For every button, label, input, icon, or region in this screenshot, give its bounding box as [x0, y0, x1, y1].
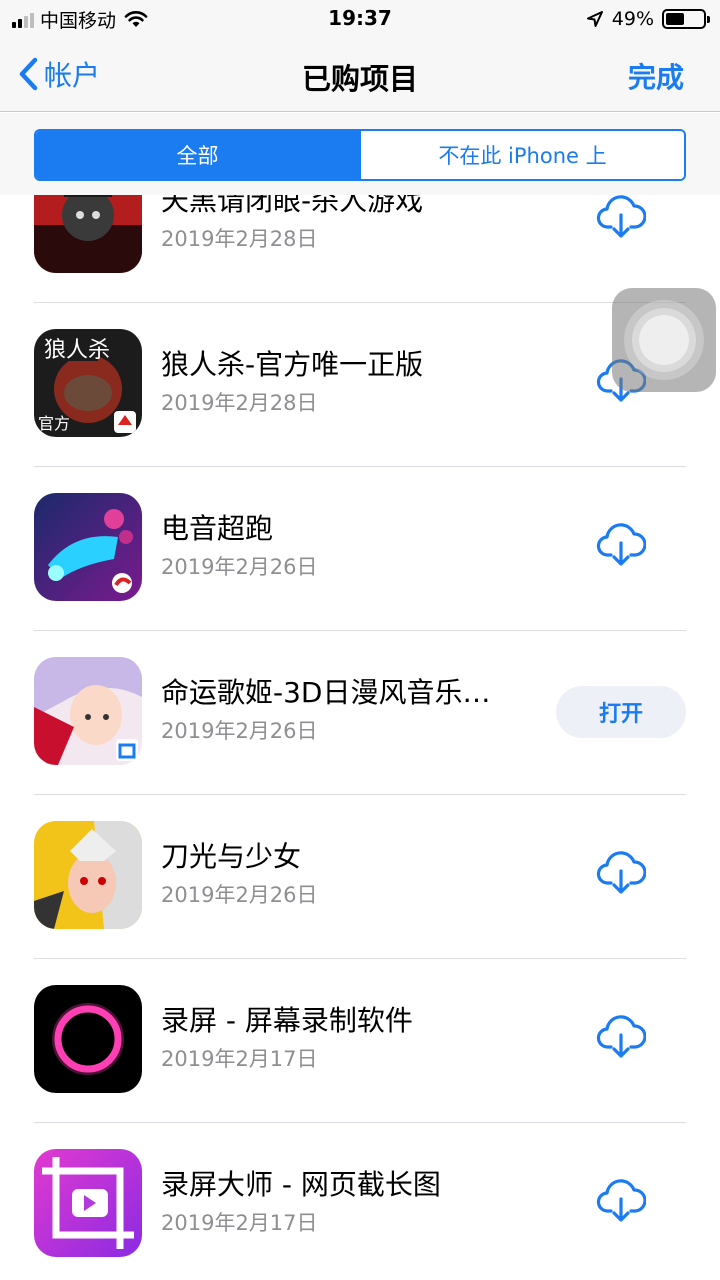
status-right: 49% — [586, 6, 710, 32]
cloud-download-icon[interactable] — [596, 522, 646, 568]
battery-percentage: 49% — [611, 8, 654, 30]
cloud-download-icon[interactable] — [596, 1178, 646, 1224]
svg-text:狼人杀: 狼人杀 — [44, 338, 110, 363]
segment-all[interactable]: 全部 — [36, 131, 359, 179]
app-icon-music-racer — [34, 493, 142, 601]
app-icon-blade-girl — [34, 821, 142, 929]
list-item[interactable]: 刀光与少女 2019年2月26日 — [0, 795, 720, 959]
status-bar: 中国移动 19:37 49% — [0, 0, 720, 40]
battery-fill — [666, 13, 684, 25]
purchase-date: 2019年2月28日 — [161, 391, 318, 415]
page-title: 已购项目 — [301, 62, 418, 96]
app-name: 狼人杀-官方唯一正版 — [161, 348, 424, 381]
app-icon-werewolf-official: 狼人杀 官方 — [34, 329, 142, 437]
app-name: 录屏大师 - 网页截长图 — [161, 1168, 441, 1201]
purchase-date: 2019年2月17日 — [161, 1047, 318, 1071]
app-icon-screen-recorder-master — [34, 1149, 142, 1257]
list-item[interactable]: 录屏 - 屏幕录制软件 2019年2月17日 — [0, 959, 720, 1123]
purchase-date: 2019年2月17日 — [161, 1211, 318, 1235]
app-name: 电音超跑 — [161, 512, 274, 545]
app-name: 刀光与少女 — [161, 840, 302, 873]
purchase-date: 2019年2月28日 — [161, 227, 318, 251]
app-icon-screen-recorder — [34, 985, 142, 1093]
list-item[interactable]: 录屏大师 - 网页截长图 2019年2月17日 — [0, 1123, 720, 1280]
app-icon-werewolf-killer — [34, 195, 142, 273]
navigation-bar: 帐户 已购项目 完成 — [0, 40, 720, 112]
svg-text:官方: 官方 — [38, 414, 70, 433]
battery-icon — [662, 9, 710, 29]
cloud-download-icon[interactable] — [596, 1014, 646, 1060]
segmented-control: 全部 不在此 iPhone 上 — [34, 129, 686, 181]
list-item[interactable]: 电音超跑 2019年2月26日 — [0, 467, 720, 631]
done-button[interactable]: 完成 — [628, 56, 684, 96]
open-button[interactable]: 打开 — [556, 686, 686, 738]
segment-area: 全部 不在此 iPhone 上 — [0, 113, 720, 195]
app-icon-fate-diva — [34, 657, 142, 765]
purchase-date: 2019年2月26日 — [161, 719, 318, 743]
list-item[interactable]: 命运歌姬-3D日漫风音乐… 2019年2月26日 打开 — [0, 631, 720, 795]
location-arrow-icon — [586, 11, 603, 27]
segment-not-on-device[interactable]: 不在此 iPhone 上 — [359, 131, 684, 179]
app-name: 命运歌姬-3D日漫风音乐… — [161, 676, 491, 709]
cloud-download-icon[interactable] — [596, 195, 646, 240]
app-name: 天黑请闭眼-杀人游戏 — [161, 195, 424, 217]
purchase-date: 2019年2月26日 — [161, 883, 318, 907]
assistive-touch-ring-inner — [639, 315, 689, 365]
app-name: 录屏 - 屏幕录制软件 — [161, 1004, 413, 1037]
list-item[interactable]: 天黑请闭眼-杀人游戏 2019年2月28日 — [0, 195, 720, 303]
assistive-touch-button[interactable] — [612, 288, 716, 392]
cloud-download-icon[interactable] — [596, 850, 646, 896]
purchase-date: 2019年2月26日 — [161, 555, 318, 579]
